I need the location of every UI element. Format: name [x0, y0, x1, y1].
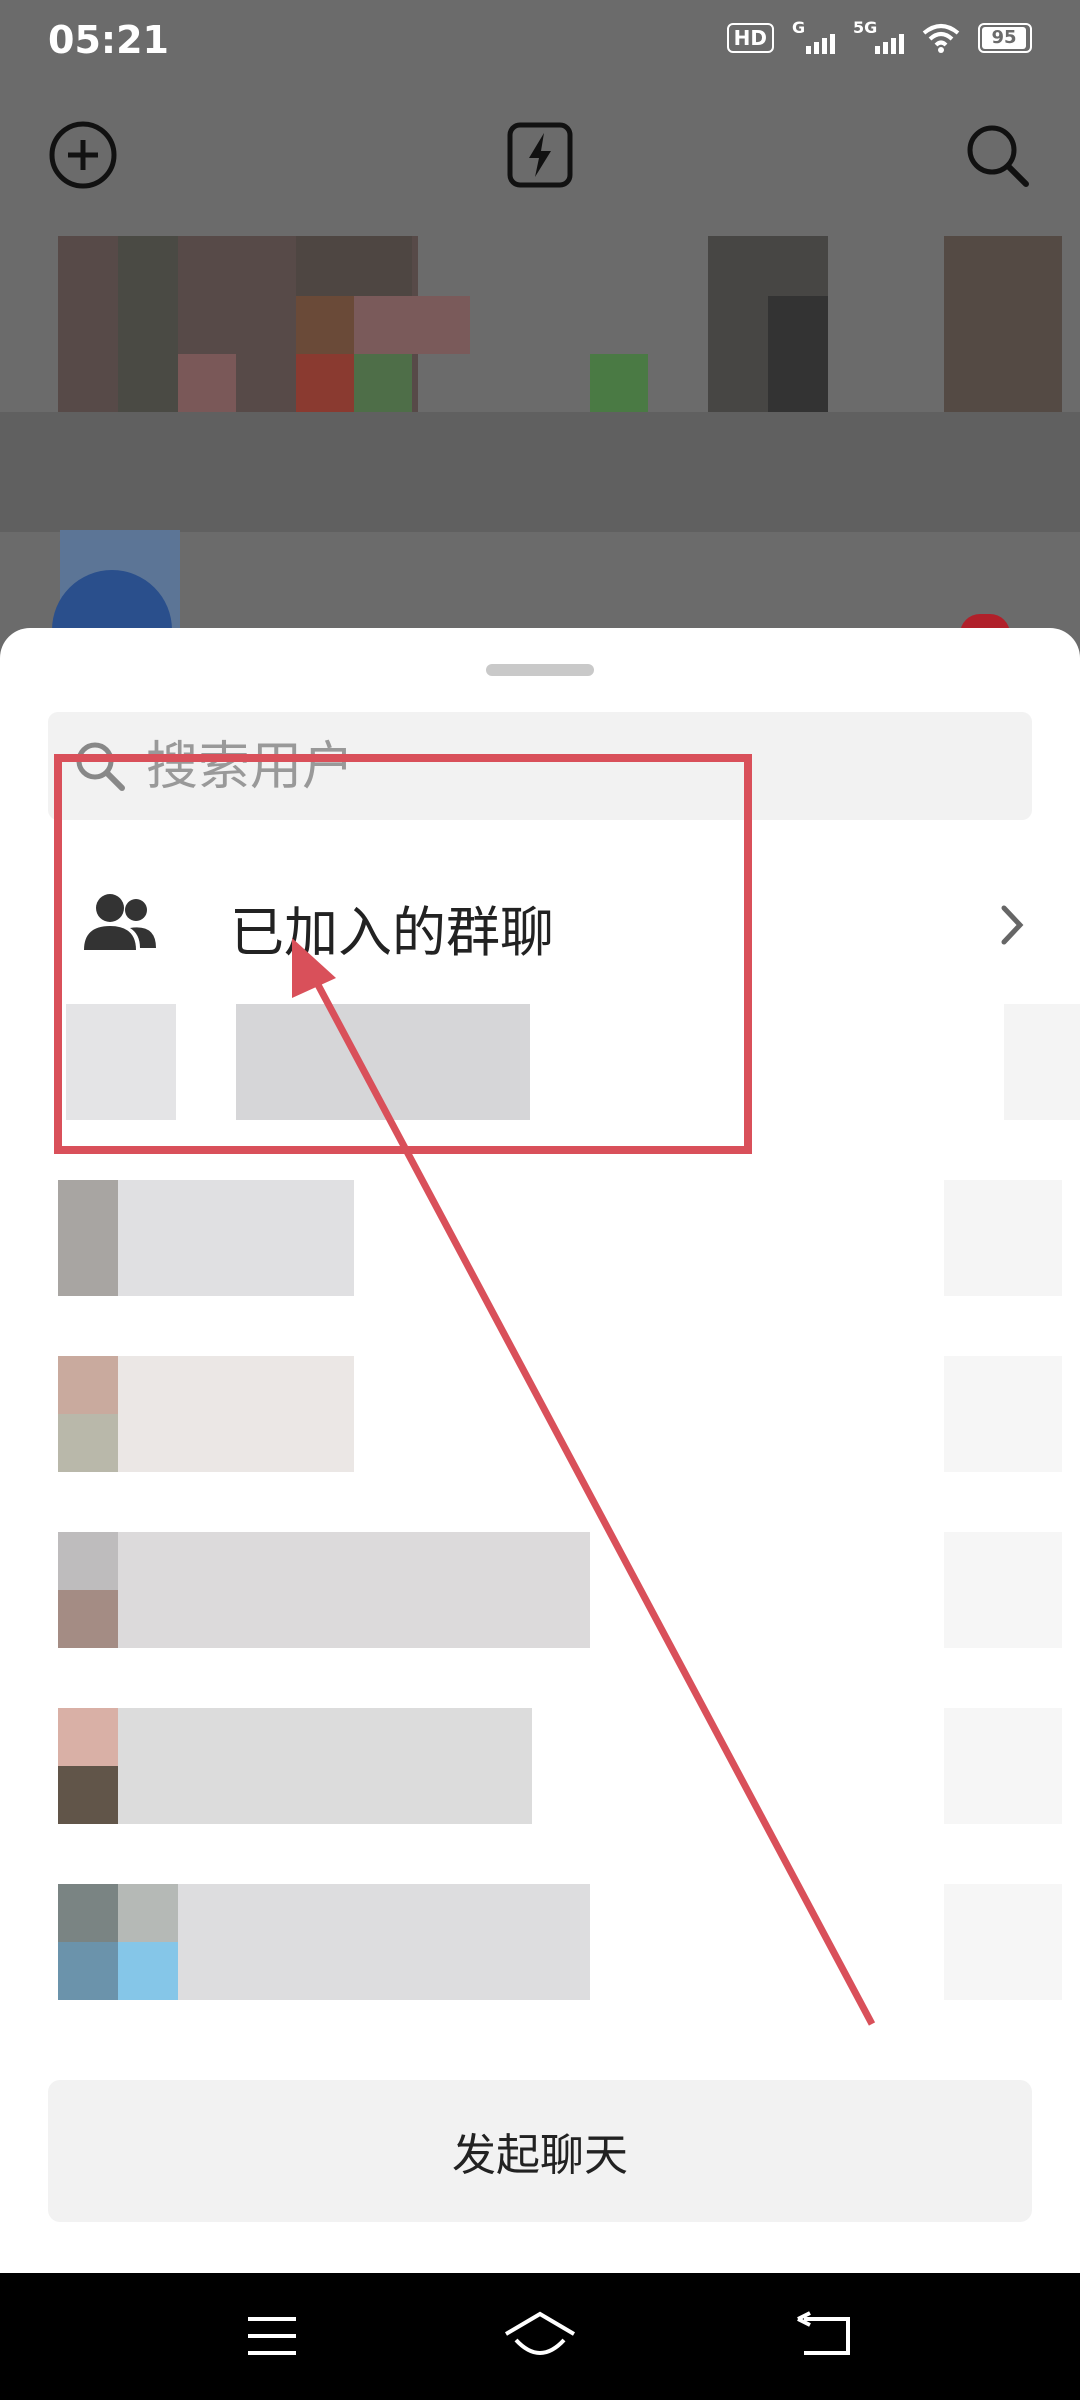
- list-item[interactable]: [0, 1884, 1080, 2054]
- joined-groups-row[interactable]: 已加入的群聊: [0, 848, 1080, 998]
- navigation-bar: [0, 2273, 1080, 2400]
- list-item[interactable]: [0, 998, 1080, 1168]
- list-item[interactable]: [0, 1178, 1080, 1348]
- lightning-icon: [507, 122, 573, 188]
- search-bar[interactable]: [48, 712, 1032, 820]
- hd-badge: HD: [726, 23, 774, 53]
- plus-circle-icon: [49, 121, 117, 189]
- search-icon: [967, 125, 1029, 187]
- menu-icon: [248, 2317, 296, 2355]
- sheet-drag-handle[interactable]: [486, 664, 594, 676]
- status-bar: 05:21 HD G 5G 95: [0, 0, 1080, 84]
- blurred-background-content: [0, 230, 1080, 634]
- signal-2-icon: 5G: [853, 18, 904, 54]
- list-item[interactable]: [0, 1708, 1080, 1878]
- battery-icon: 95: [978, 23, 1032, 53]
- top-bar: [0, 100, 1080, 210]
- menu-nav-button[interactable]: [232, 2301, 312, 2371]
- joined-groups-label: 已加入的群聊: [230, 901, 554, 964]
- search-user-input[interactable]: [144, 726, 1008, 808]
- people-icon: [84, 894, 156, 950]
- status-time: 05:21: [48, 18, 169, 62]
- add-button[interactable]: [38, 110, 128, 200]
- search-button[interactable]: [952, 110, 1042, 200]
- list-item[interactable]: [0, 1356, 1080, 1526]
- quick-action-button[interactable]: [495, 110, 585, 200]
- start-chat-button[interactable]: 发起聊天: [48, 2080, 1032, 2222]
- list-item[interactable]: [0, 1532, 1080, 1702]
- search-icon: [76, 742, 125, 791]
- signal-1-icon: G: [792, 18, 835, 54]
- wifi-icon: [922, 24, 960, 53]
- bottom-sheet: 已加入的群聊 发起聊天: [0, 628, 1080, 2273]
- home-nav-button[interactable]: [500, 2301, 580, 2371]
- chevron-right-icon: [1001, 905, 1024, 945]
- home-icon: [504, 2311, 576, 2355]
- status-icons: HD G 5G 95: [726, 18, 1032, 54]
- back-icon: [797, 2311, 850, 2355]
- back-nav-button[interactable]: [784, 2301, 864, 2371]
